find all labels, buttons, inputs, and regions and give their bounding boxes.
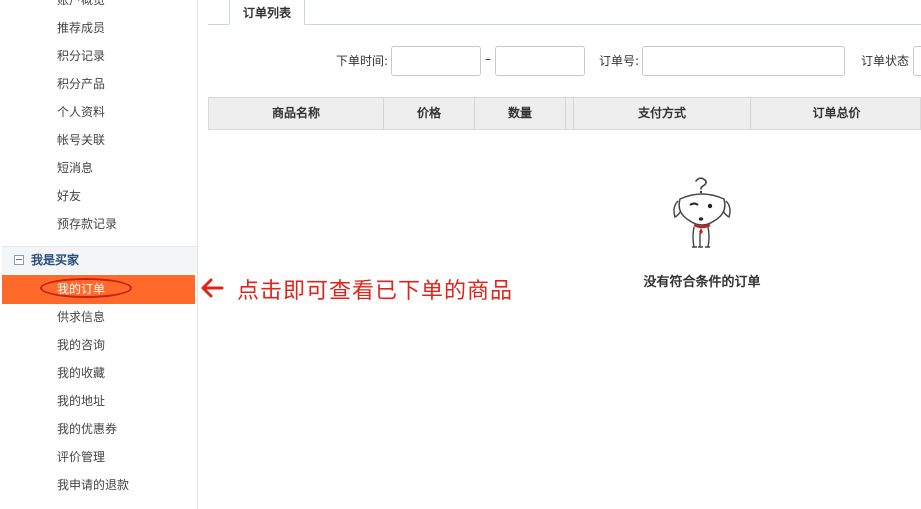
sidebar-item-my-address[interactable]: 我的地址 [0, 387, 195, 415]
sidebar-group-buyer[interactable]: 我是买家 [2, 246, 197, 274]
sidebar-item-account-link[interactable]: 帐号关联 [0, 126, 195, 154]
sidebar-item-recommended-members[interactable]: 推荐成员 [0, 14, 195, 42]
collapse-icon[interactable] [14, 254, 24, 265]
sidebar-item-my-favorites[interactable]: 我的收藏 [0, 359, 195, 387]
order-status-select[interactable] [913, 46, 921, 76]
sidebar-item-messages[interactable]: 短消息 [0, 154, 195, 182]
column-header-payment-method: 支付方式 [574, 98, 751, 129]
sidebar-item-my-refunds[interactable]: 我申请的退款 [0, 471, 195, 499]
confused-dog-icon [673, 177, 731, 248]
empty-state-message: 没有符合条件的订单 [643, 275, 761, 290]
column-header-order-total: 订单总价 [812, 106, 861, 120]
sidebar-item-points-record[interactable]: 积分记录 [0, 42, 195, 70]
column-header-blank [566, 98, 574, 129]
order-no-input[interactable] [642, 46, 845, 76]
tab-bar-line [208, 24, 921, 25]
sidebar-item-my-coupons[interactable]: 我的优惠券 [0, 415, 195, 443]
sidebar-item-friends[interactable]: 好友 [0, 182, 195, 210]
left-arrow-icon [201, 278, 224, 298]
order-time-start-input[interactable] [391, 46, 481, 76]
sidebar-item-supply-demand[interactable]: 供求信息 [0, 303, 195, 331]
sidebar-item-account-overview[interactable]: 账户概览 [0, 0, 195, 14]
sidebar-item-my-inquiries[interactable]: 我的咨询 [0, 331, 195, 359]
date-separator: – [485, 52, 491, 66]
column-header-price: 价格 [384, 98, 475, 129]
sidebar-item-review-management[interactable]: 评价管理 [0, 443, 195, 471]
order-no-label: 订单号: [599, 54, 640, 68]
order-table-header: 商品名称 价格 数量 支付方式 订单总价 [208, 97, 921, 130]
sidebar-group-title: 我是买家 [31, 253, 80, 267]
annotation-text: 点击即可查看已下单的商品 [237, 279, 514, 304]
sidebar-item-deposit-record[interactable]: 预存款记录 [0, 210, 195, 238]
column-header-product-name: 商品名称 [209, 98, 384, 129]
column-header-quantity: 数量 [475, 98, 566, 129]
order-time-end-input[interactable] [495, 46, 585, 76]
tab-order-list[interactable]: 订单列表 [229, 0, 305, 25]
sidebar-item-profile[interactable]: 个人资料 [0, 98, 195, 126]
order-status-label: 订单状态 [861, 54, 910, 68]
sidebar-item-points-products[interactable]: 积分产品 [0, 70, 195, 98]
order-time-label: 下单时间: [336, 54, 389, 68]
sidebar: 账户概览 推荐成员 积分记录 积分产品 个人资料 帐号关联 短消息 好友 预存款… [0, 0, 198, 509]
sidebar-item-my-orders[interactable]: 我的订单 [2, 275, 195, 304]
